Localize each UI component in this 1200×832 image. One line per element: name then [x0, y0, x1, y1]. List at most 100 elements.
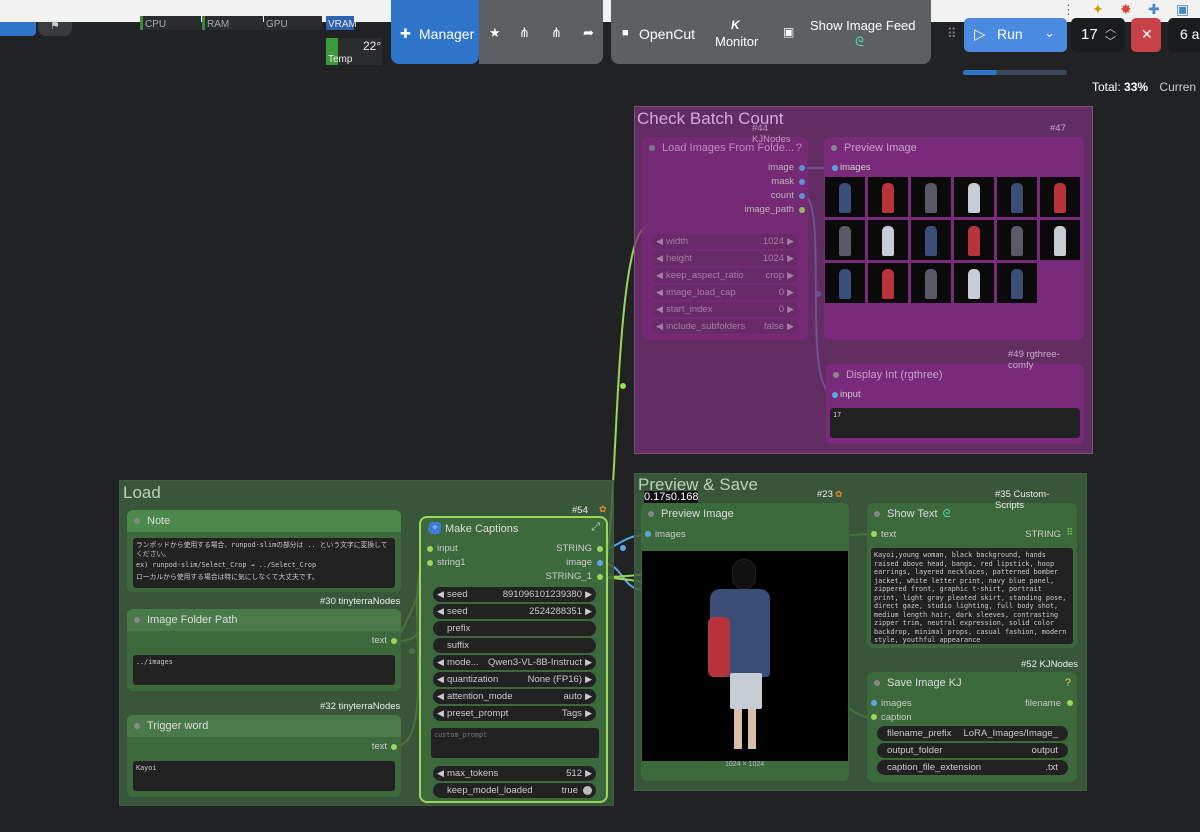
arrow-left-icon[interactable]: ◀ — [656, 251, 663, 266]
node-note[interactable]: Note ランポッドから使用する場合、runpod-slimの部分は .. とい… — [127, 510, 401, 592]
arrow-left-icon[interactable]: ◀ — [437, 604, 444, 619]
output-dot[interactable] — [391, 744, 397, 750]
widget-max-tokens[interactable]: ◀ max_tokens 512 ▶ — [433, 766, 596, 781]
input-dot[interactable] — [871, 714, 877, 720]
node-preview-image-top[interactable]: #47 Preview Image images — [824, 123, 1084, 340]
arrow-left-icon[interactable]: ◀ — [437, 655, 444, 670]
widget-row[interactable]: ◀ seed 891096101239380 ▶ — [433, 587, 596, 602]
output-dot[interactable] — [597, 560, 603, 566]
input-slot-label: input — [437, 543, 458, 554]
arrow-right-icon[interactable]: ▶ — [585, 706, 592, 721]
widget-row[interactable]: ◀ keep_aspect_ratio crop ▶ — [652, 268, 798, 283]
expand-icon[interactable]: ⤢ — [591, 521, 600, 534]
input-dot[interactable] — [832, 392, 838, 398]
output-dot[interactable] — [799, 179, 805, 185]
thumbnail — [1040, 220, 1080, 260]
input-dot[interactable] — [871, 700, 877, 706]
widget-row[interactable]: ◀ seed 2524288351 ▶ — [433, 604, 596, 619]
custom-prompt-input[interactable]: custom_prompt — [431, 728, 599, 758]
widget-row[interactable]: ◀ width 1024 ▶ — [652, 234, 798, 249]
arrow-left-icon[interactable]: ◀ — [437, 689, 444, 704]
node-badge: #23 — [817, 489, 833, 500]
arrow-left-icon[interactable]: ◀ — [656, 302, 663, 317]
widget-label: max_tokens — [447, 768, 499, 779]
output-dot[interactable] — [1067, 700, 1073, 706]
output-slot-label: STRING — [556, 543, 592, 554]
help-icon[interactable]: ? — [796, 137, 802, 159]
widget-label: keep_model_loaded — [447, 785, 533, 796]
list-output-icon[interactable]: ⠿ — [1066, 527, 1073, 538]
widget-row[interactable]: filename_prefix LoRA_Images/Image_ — [877, 726, 1068, 741]
thumbnail — [1040, 177, 1080, 217]
feed-status-icon: ᘓ — [942, 508, 951, 520]
input-dot[interactable] — [427, 546, 433, 552]
arrow-right-icon[interactable]: ▶ — [585, 655, 592, 670]
display-int-value[interactable]: 17 — [830, 408, 1080, 438]
figure-sleeve — [708, 617, 730, 677]
input-dot[interactable] — [871, 531, 877, 537]
arrow-left-icon[interactable]: ◀ — [437, 706, 444, 721]
input-dot[interactable] — [427, 560, 433, 566]
widget-row[interactable]: ◀ quantization None (FP16) ▶ — [433, 672, 596, 687]
arrow-left-icon[interactable]: ◀ — [656, 319, 663, 334]
arrow-right-icon[interactable]: ▶ — [585, 604, 592, 619]
widget-row[interactable]: ◀ start_index 0 ▶ — [652, 302, 798, 317]
output-dot[interactable] — [799, 165, 805, 171]
node-badge: #54 — [572, 505, 588, 516]
widget-row[interactable]: suffix — [433, 638, 596, 653]
widget-keep-model-loaded[interactable]: keep_model_loaded true — [433, 783, 596, 798]
arrow-right-icon[interactable]: ▶ — [787, 319, 794, 334]
input-dot[interactable] — [645, 531, 651, 537]
widget-row[interactable]: ◀ attention_mode auto ▶ — [433, 689, 596, 704]
arrow-right-icon[interactable]: ▶ — [787, 234, 794, 249]
arrow-right-icon[interactable]: ▶ — [787, 302, 794, 317]
output-slot-label: STRING — [1025, 529, 1061, 540]
node-image-folder-path[interactable]: Image Folder Path text ../images — [127, 609, 401, 691]
node-preview-image-main[interactable]: #23 ✿ Preview Image images 1024 × 1024 — [641, 489, 849, 781]
arrow-left-icon[interactable]: ◀ — [656, 234, 663, 249]
trigger-word-value[interactable]: Kayoi — [133, 761, 395, 791]
node-badge: #32 tinyterraNodes — [320, 701, 401, 712]
note-text[interactable]: ランポッドから使用する場合、runpod-slimの部分は .. という文字に変… — [133, 538, 395, 588]
arrow-left-icon[interactable]: ◀ — [437, 672, 444, 687]
fox-icon: ✿ — [599, 504, 607, 514]
node-save-image[interactable]: Save Image KJ? images caption filename f… — [867, 672, 1077, 782]
output-dot[interactable] — [799, 193, 805, 199]
widget-row[interactable]: output_folder output — [877, 743, 1068, 758]
node-title: Image Folder Path — [127, 609, 401, 631]
caption-output-text[interactable]: Kayoi,young woman, black background, han… — [871, 548, 1073, 644]
output-dot[interactable] — [799, 207, 805, 213]
arrow-right-icon[interactable]: ▶ — [787, 251, 794, 266]
node-display-int[interactable]: #49 rgthree-comfy Display Int (rgthree) … — [826, 349, 1084, 444]
arrow-left-icon[interactable]: ◀ — [437, 587, 444, 602]
help-icon[interactable]: ? — [1065, 672, 1071, 694]
arrow-right-icon[interactable]: ▶ — [585, 672, 592, 687]
node-show-text[interactable]: #35 Custom-Scripts Show Text ᘓ text STRIN… — [867, 489, 1077, 648]
widget-row[interactable]: ◀ height 1024 ▶ — [652, 251, 798, 266]
widget-value: 1024 — [762, 236, 784, 247]
output-dot[interactable] — [391, 638, 397, 644]
widget-row[interactable]: ◀ preset_prompt Tags ▶ — [433, 706, 596, 721]
arrow-right-icon[interactable]: ▶ — [787, 285, 794, 300]
widget-value: auto — [563, 691, 583, 702]
arrow-right-icon[interactable]: ▶ — [585, 587, 592, 602]
note-line: ex) runpod-slim/Select_Crop → ../Select_… — [136, 561, 317, 569]
widget-row[interactable]: ◀ include_subfolders false ▶ — [652, 319, 798, 334]
widget-row[interactable]: ◀ mode... Qwen3-VL-8B-Instruct ▶ — [433, 655, 596, 670]
node-trigger-word[interactable]: Trigger word text Kayoi — [127, 715, 401, 797]
arrow-right-icon[interactable]: ▶ — [585, 689, 592, 704]
output-dot[interactable] — [597, 574, 603, 580]
note-line: ローカルから使用する場合は特に気にしなくて大丈夫です。 — [136, 572, 319, 581]
arrow-left-icon[interactable]: ◀ — [656, 268, 663, 283]
arrow-right-icon[interactable]: ▶ — [787, 268, 794, 283]
output-dot[interactable] — [597, 546, 603, 552]
node-make-captions[interactable]: #54 ✿ Make Captions ✧ ⤢ input string1 STR… — [419, 504, 608, 803]
input-dot[interactable] — [832, 165, 838, 171]
widget-row[interactable]: ◀ image_load_cap 0 ▶ — [652, 285, 798, 300]
folder-path-value[interactable]: ../images — [133, 655, 395, 685]
widget-row[interactable]: prefix — [433, 621, 596, 636]
widget-row[interactable]: caption_file_extension .txt — [877, 760, 1068, 775]
widget-label: output_folder — [887, 745, 943, 756]
arrow-left-icon[interactable]: ◀ — [656, 285, 663, 300]
node-load-images[interactable]: #44 KJNodes Load Images From Folde...? i… — [642, 123, 808, 340]
